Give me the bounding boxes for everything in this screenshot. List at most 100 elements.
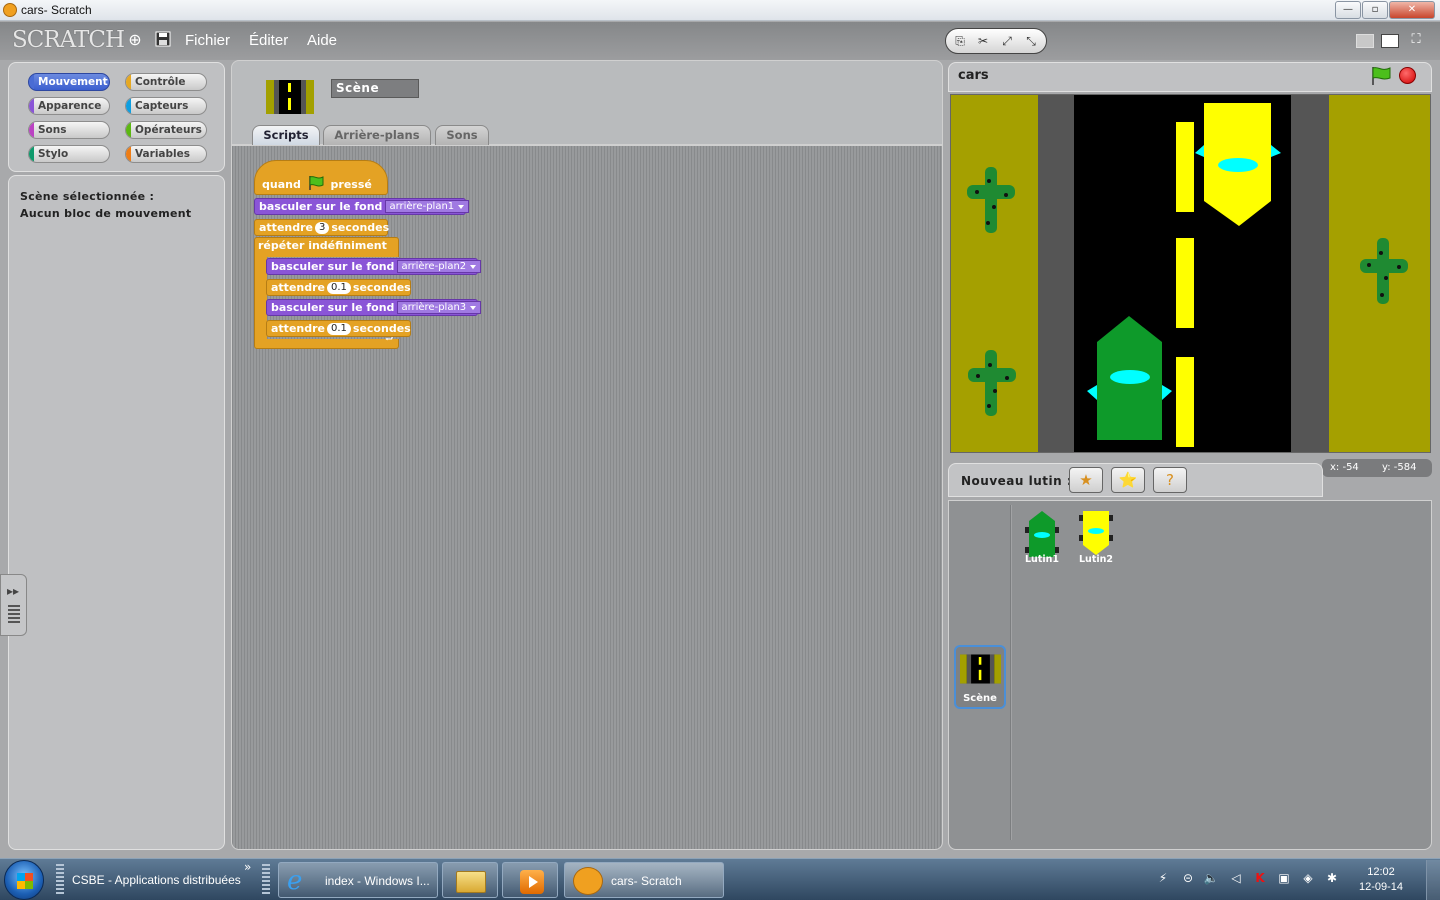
stage[interactable] (950, 94, 1431, 453)
category-label: Sons (38, 124, 67, 136)
category-apparence[interactable]: Apparence (28, 97, 110, 115)
palette-collapse-handle[interactable]: ▸▸ (0, 574, 27, 636)
category-label: Variables (135, 148, 190, 160)
tab-arriere-plans[interactable]: Arrière-plans (323, 125, 431, 145)
maximize-button[interactable]: ▫ (1362, 1, 1388, 19)
show-desktop-button[interactable] (1426, 860, 1440, 900)
wait-seconds-input[interactable]: 0.1 (327, 282, 351, 294)
minimize-button[interactable]: — (1335, 1, 1361, 19)
sprite-thumb-lutin1[interactable]: Lutin1 (1019, 509, 1065, 565)
window-title: cars- Scratch (21, 3, 92, 17)
wait-seconds-input[interactable]: 3 (315, 222, 330, 234)
tray-display-icon[interactable]: ▣ (1276, 870, 1292, 886)
taskbar-item-ie[interactable]: e index - Windows I... (278, 862, 438, 898)
tray-volume-icon[interactable]: 🔈 (1203, 870, 1219, 886)
category-variables[interactable]: Variables (125, 145, 207, 163)
random-sprite-button[interactable]: ? (1153, 467, 1187, 493)
grip-icon (8, 605, 20, 625)
scratch-logo: SCRATCH (12, 27, 125, 53)
category-mouvement[interactable]: Mouvement (28, 73, 110, 91)
category-sons[interactable]: Sons (28, 121, 110, 139)
stage-canvas[interactable] (951, 95, 1431, 453)
media-player-icon (520, 870, 544, 894)
sprite-name: Lutin2 (1079, 554, 1113, 565)
category-stylo[interactable]: Stylo (28, 145, 110, 163)
sprite-list-divider (1010, 505, 1012, 840)
tab-scripts[interactable]: Scripts (252, 125, 320, 145)
sprite-thumb-lutin2[interactable]: Lutin2 (1073, 509, 1119, 565)
green-flag-icon[interactable] (1370, 66, 1392, 86)
language-globe-icon[interactable]: ⊕ (126, 31, 144, 49)
project-title: cars (958, 68, 989, 83)
presentation-mode-icon[interactable]: ⛶ (1407, 31, 1425, 49)
category-capteurs[interactable]: Capteurs (125, 97, 207, 115)
toolbar-grip (262, 864, 270, 894)
stop-sign-icon[interactable] (1399, 67, 1416, 84)
toolbar-grip (56, 864, 64, 894)
switch-backdrop-block[interactable]: basculer sur le fond arrière-plan2 (266, 258, 482, 275)
block-text: secondes (352, 322, 411, 335)
backdrop-dropdown[interactable]: arrière-plan3 (397, 301, 482, 314)
backdrop-dropdown[interactable]: arrière-plan1 (385, 200, 470, 213)
when-flag-clicked-block[interactable]: quand pressé (254, 160, 388, 195)
tray-update-icon[interactable]: ✱ (1324, 870, 1340, 886)
switch-backdrop-block[interactable]: basculer sur le fond arrière-plan3 (266, 299, 482, 316)
yellow-car-thumbnail (1079, 511, 1113, 555)
block-text: basculer sur le fond (259, 200, 383, 213)
tray-device-icon[interactable]: ⊝ (1180, 870, 1196, 886)
wait-block[interactable]: attendre 0.1 secondes (266, 279, 411, 296)
object-name-field[interactable]: Scène (331, 79, 419, 98)
shrink-icon[interactable]: ⤡ (1021, 32, 1041, 50)
tray-security-icon[interactable]: ◈ (1300, 870, 1316, 886)
tab-sons[interactable]: Sons (435, 125, 489, 145)
category-operateurs[interactable]: Opérateurs (125, 121, 207, 139)
hat-text-pre: quand (262, 178, 301, 191)
start-button[interactable] (4, 860, 44, 900)
block-palette (8, 175, 225, 850)
menu-fichier[interactable]: Fichier (185, 32, 230, 49)
stage-thumb[interactable]: Scène (954, 645, 1006, 709)
palette-message: Scène sélectionnée : Aucun bloc de mouve… (20, 188, 191, 222)
wait-block[interactable]: attendre 0.1 secondes (266, 320, 411, 337)
taskbar-toolbar-label[interactable]: CSBE - Applications distribuées (72, 862, 242, 898)
new-sprite-label: Nouveau lutin : (961, 474, 1073, 488)
toolbar-more-icon[interactable]: » (244, 860, 251, 874)
category-label: Apparence (38, 100, 102, 112)
wait-block[interactable]: attendre 3 secondes (254, 219, 389, 236)
category-label: Capteurs (135, 100, 189, 112)
block-text: attendre (271, 281, 325, 294)
category-controle[interactable]: Contrôle (125, 73, 207, 91)
grow-icon[interactable]: ⤢ (997, 32, 1017, 50)
wait-seconds-input[interactable]: 0.1 (327, 323, 351, 335)
clock-date: 12-09-14 (1358, 881, 1404, 893)
normal-stage-icon[interactable] (1381, 34, 1399, 48)
backdrop-dropdown[interactable]: arrière-plan2 (397, 260, 482, 273)
taskbar-clock[interactable]: 12:02 12-09-14 (1346, 865, 1416, 895)
tray-antivirus-icon[interactable]: K (1252, 870, 1268, 886)
mouse-y-readout: y: -584 (1382, 462, 1417, 473)
taskbar-item-label: cars- Scratch (611, 874, 682, 888)
stage-thumb-label: Scène (963, 693, 997, 704)
delete-scissors-icon[interactable]: ✂ (973, 32, 993, 50)
expand-arrows-icon: ▸▸ (7, 584, 20, 598)
tray-network-icon[interactable]: ⚡ (1155, 870, 1171, 886)
save-disk-icon[interactable] (154, 31, 172, 49)
taskbar-item-media[interactable] (502, 862, 558, 898)
choose-sprite-file-button[interactable]: ⭐ (1111, 467, 1145, 493)
sprite-tools-group: ⎘ ✂ ⤢ ⤡ (945, 28, 1047, 54)
taskbar-item-explorer[interactable] (442, 862, 498, 898)
paint-new-sprite-button[interactable]: ★ (1069, 467, 1103, 493)
scratch-menubar: SCRATCH ⊕ Fichier Éditer Aide ⎘ ✂ ⤢ ⤡ ⛶ (0, 22, 1440, 60)
taskbar-item-scratch[interactable]: cars- Scratch (564, 862, 724, 898)
mouse-coordinates: x: -54 y: -584 (1322, 459, 1432, 477)
folder-icon (456, 871, 486, 893)
menu-editer[interactable]: Éditer (249, 32, 288, 49)
tray-speaker-icon[interactable]: ◁ (1228, 870, 1244, 886)
close-button[interactable]: ✕ (1389, 1, 1435, 19)
scratch-cat-icon (3, 3, 17, 17)
switch-backdrop-block[interactable]: basculer sur le fond arrière-plan1 (254, 198, 470, 215)
small-stage-icon[interactable] (1356, 34, 1374, 48)
stage-header (948, 62, 1432, 92)
menu-aide[interactable]: Aide (307, 32, 337, 49)
duplicate-stamp-icon[interactable]: ⎘ (950, 32, 970, 50)
